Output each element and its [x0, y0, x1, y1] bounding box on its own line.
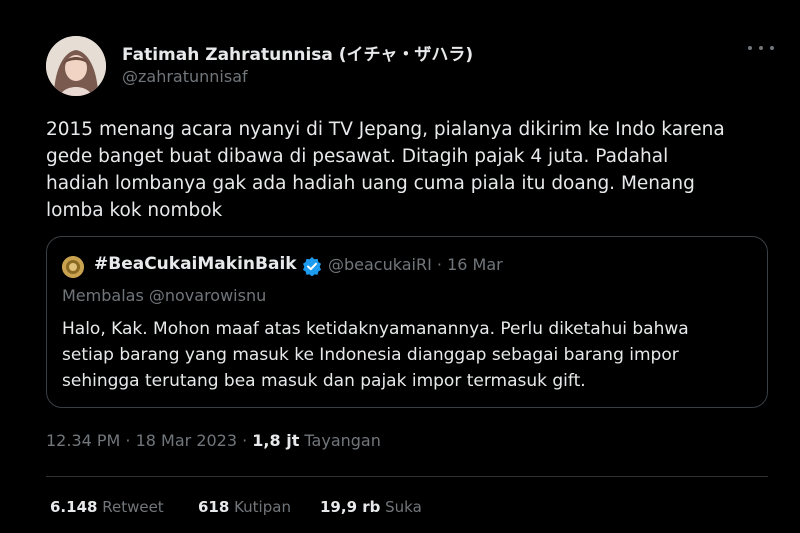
views-count: 1,8 jt — [252, 431, 300, 450]
author-handle[interactable]: @zahratunnisaf — [122, 67, 248, 86]
tweet-timestamp[interactable]: 12.34 PM · 18 Mar 2023 · — [46, 431, 252, 450]
likes-label: Suka — [380, 498, 422, 516]
tweet-text: 2015 menang acara nyanyi di TV Jepang, p… — [46, 116, 786, 224]
quoted-author-avatar[interactable] — [62, 256, 84, 278]
quoted-author-handle-date[interactable]: @beacukaiRI · 16 Mar — [328, 255, 503, 274]
verified-badge-icon — [303, 257, 321, 276]
tweet-card: Fatimah Zahratunnisa (イチャ・ザハラ) @zahratun… — [0, 0, 800, 533]
retweets-label: Retweet — [97, 498, 164, 516]
likes-count: 19,9 rb — [320, 498, 381, 516]
quotes-label: Kutipan — [229, 498, 291, 516]
views-label: Tayangan — [299, 431, 381, 450]
quoted-author-name[interactable]: #BeaCukaiMakinBaik — [94, 254, 297, 274]
tweet-text-line: hadiah lombanya gak ada hadiah uang cuma… — [46, 173, 695, 194]
tweet-meta: 12.34 PM · 18 Mar 2023 · 1,8 jt Tayangan — [46, 431, 381, 450]
quoted-text-line: setiap barang yang masuk ke Indonesia di… — [62, 345, 679, 365]
likes-stat[interactable]: 19,9 rb Suka — [320, 498, 422, 516]
tweet-text-line: lomba kok nombok — [46, 200, 223, 221]
quotes-count: 618 — [198, 498, 230, 516]
more-dots-icon — [748, 46, 752, 50]
quoted-tweet-text: Halo, Kak. Mohon maaf atas ketidaknyaman… — [62, 316, 752, 394]
tweet-text-line: 2015 menang acara nyanyi di TV Jepang, p… — [46, 119, 725, 140]
more-options-button[interactable] — [748, 38, 774, 58]
retweets-count: 6.148 — [50, 498, 98, 516]
retweets-stat[interactable]: 6.148 Retweet — [50, 498, 164, 516]
quoted-text-line: Halo, Kak. Mohon maaf atas ketidaknyaman… — [62, 319, 689, 339]
quotes-stat[interactable]: 618 Kutipan — [198, 498, 291, 516]
divider — [46, 476, 768, 477]
quoted-text-line: sehingga terutang bea masuk dan pajak im… — [62, 371, 586, 391]
author-name[interactable]: Fatimah Zahratunnisa (イチャ・ザハラ) — [122, 40, 473, 65]
author-avatar[interactable] — [46, 36, 106, 96]
quoted-reply-context[interactable]: Membalas @novarowisnu — [62, 286, 266, 305]
tweet-text-line: gede banget buat dibawa di pesawat. Dita… — [46, 146, 669, 167]
